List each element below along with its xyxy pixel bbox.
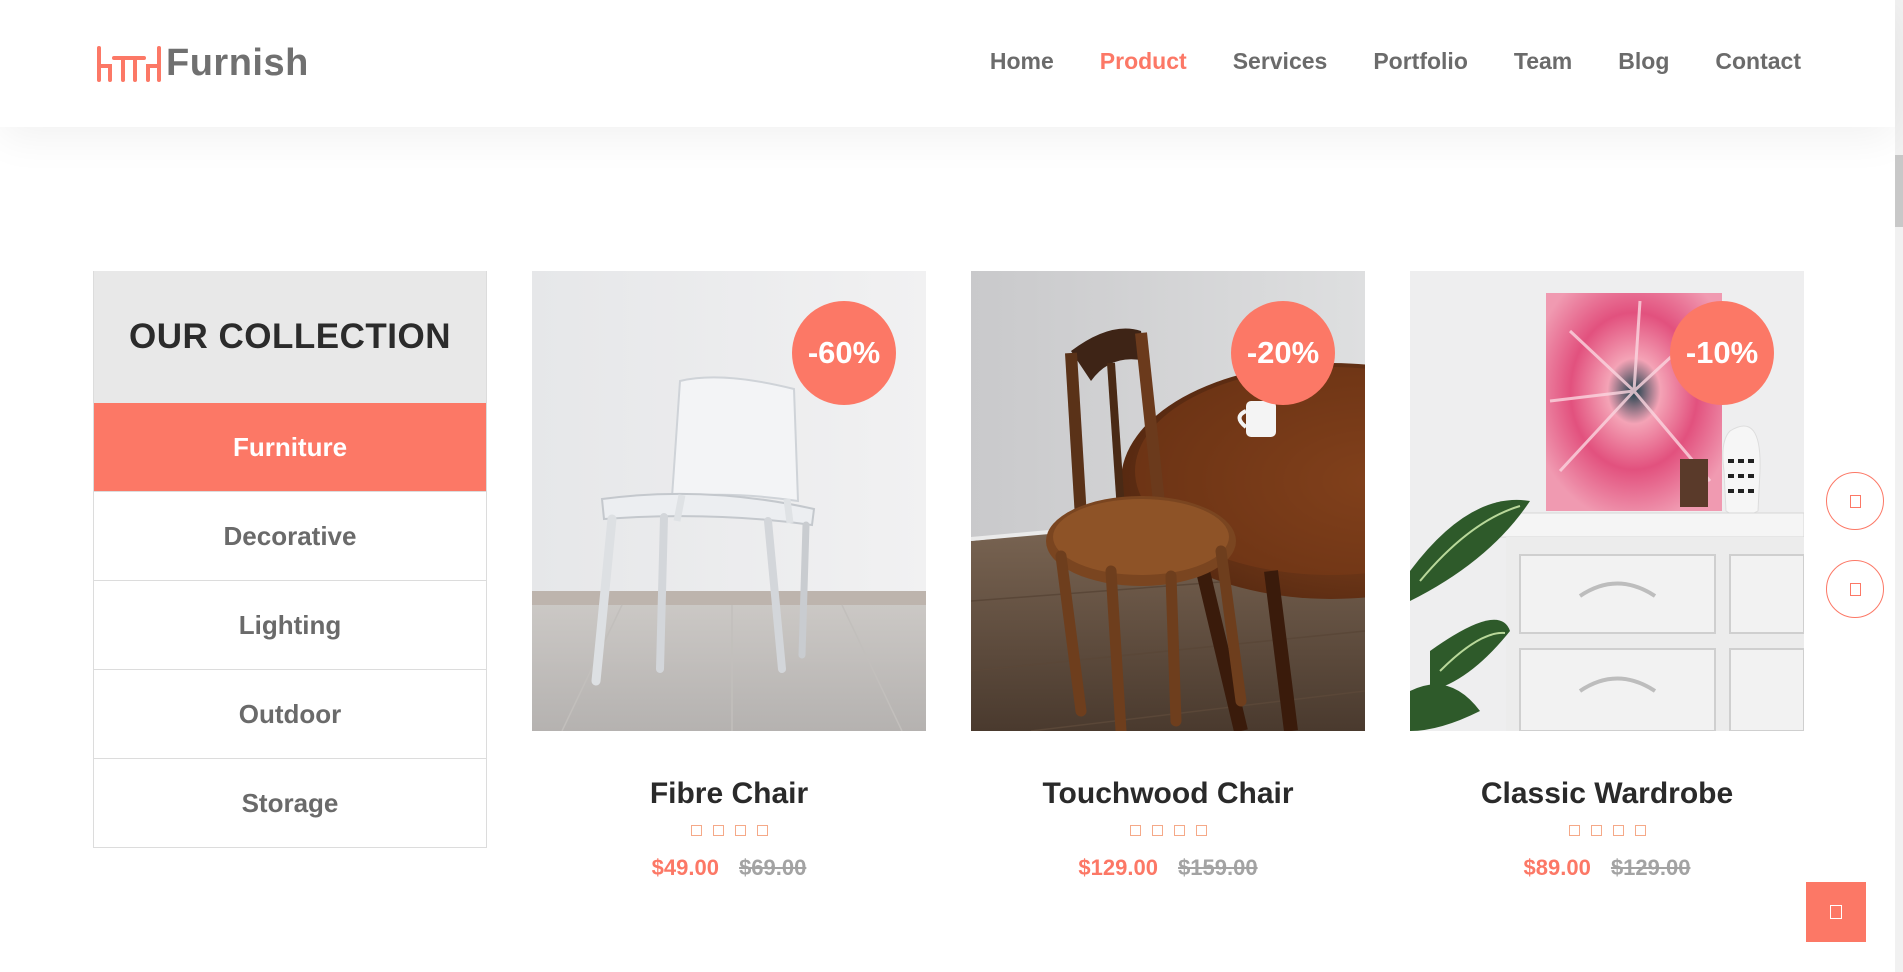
star-icon xyxy=(1590,825,1602,836)
nav-portfolio[interactable]: Portfolio xyxy=(1373,48,1468,75)
product-card-classic-wardrobe[interactable]: -10% Classic Wardrobe $89.00 $129.00 xyxy=(1410,271,1804,881)
star-icon xyxy=(756,825,768,836)
star-icon xyxy=(734,825,746,836)
brand-name: Furnish xyxy=(166,41,309,84)
product-name[interactable]: Touchwood Chair xyxy=(971,777,1365,811)
side-wishlist-button[interactable] xyxy=(1826,560,1884,618)
product-rating xyxy=(532,825,926,843)
cart-icon xyxy=(1849,494,1861,508)
product-name[interactable]: Classic Wardrobe xyxy=(1410,777,1804,811)
product-image-fibre-chair[interactable]: -60% xyxy=(532,271,926,731)
product-price: $89.00 $129.00 xyxy=(1410,855,1804,881)
category-outdoor[interactable]: Outdoor xyxy=(94,669,486,758)
star-icon xyxy=(1634,825,1646,836)
star-icon xyxy=(1151,825,1163,836)
sale-price: $129.00 xyxy=(1078,855,1158,880)
scrollbar-thumb[interactable] xyxy=(1895,155,1903,227)
original-price: $129.00 xyxy=(1610,855,1691,880)
nav-product[interactable]: Product xyxy=(1100,48,1187,75)
product-card-touchwood-chair[interactable]: -20% Touchwood Chair $129.00 $159.00 xyxy=(971,271,1365,881)
star-icon xyxy=(712,825,724,836)
sale-price: $49.00 xyxy=(651,855,719,880)
collection-title: OUR COLLECTION xyxy=(94,271,486,403)
category-storage[interactable]: Storage xyxy=(94,758,486,847)
product-price: $49.00 $69.00 xyxy=(532,855,926,881)
product-rating xyxy=(971,825,1365,843)
category-furniture[interactable]: Furniture xyxy=(94,403,486,491)
star-icon xyxy=(1195,825,1207,836)
star-icon xyxy=(1173,825,1185,836)
back-to-top-button[interactable] xyxy=(1806,882,1866,942)
product-card-fibre-chair[interactable]: -60% Fibre Chair $49.00 $69.00 xyxy=(532,271,926,881)
side-cart-button[interactable] xyxy=(1826,472,1884,530)
star-icon xyxy=(1568,825,1580,836)
nav-blog[interactable]: Blog xyxy=(1618,48,1669,75)
discount-badge: -10% xyxy=(1670,301,1774,405)
sale-price: $89.00 xyxy=(1523,855,1591,880)
discount-badge: -60% xyxy=(792,301,896,405)
product-image-touchwood-chair[interactable]: -20% xyxy=(971,271,1365,731)
original-price: $159.00 xyxy=(1178,855,1258,880)
star-icon xyxy=(1612,825,1624,836)
page-scrollbar[interactable] xyxy=(1895,0,1903,972)
brand-logo[interactable]: Furnish xyxy=(94,40,309,86)
product-name[interactable]: Fibre Chair xyxy=(532,777,926,811)
nav-services[interactable]: Services xyxy=(1233,48,1328,75)
product-price: $129.00 $159.00 xyxy=(971,855,1365,881)
nav-home[interactable]: Home xyxy=(990,48,1054,75)
discount-badge: -20% xyxy=(1231,301,1335,405)
star-icon xyxy=(1129,825,1141,836)
category-lighting[interactable]: Lighting xyxy=(94,580,486,669)
star-icon xyxy=(690,825,702,836)
product-rating xyxy=(1410,825,1804,843)
site-header: Furnish Home Product Services Portfolio … xyxy=(0,0,1895,127)
collection-sidebar: OUR COLLECTION Furniture Decorative Ligh… xyxy=(93,271,487,848)
arrow-up-icon xyxy=(1830,905,1842,919)
main-nav: Home Product Services Portfolio Team Blo… xyxy=(944,48,1801,75)
table-chairs-icon xyxy=(97,46,161,82)
original-price: $69.00 xyxy=(739,855,807,880)
nav-team[interactable]: Team xyxy=(1514,48,1572,75)
nav-contact[interactable]: Contact xyxy=(1715,48,1801,75)
category-decorative[interactable]: Decorative xyxy=(94,491,486,580)
heart-icon xyxy=(1849,582,1861,596)
product-image-classic-wardrobe[interactable]: -10% xyxy=(1410,271,1804,731)
